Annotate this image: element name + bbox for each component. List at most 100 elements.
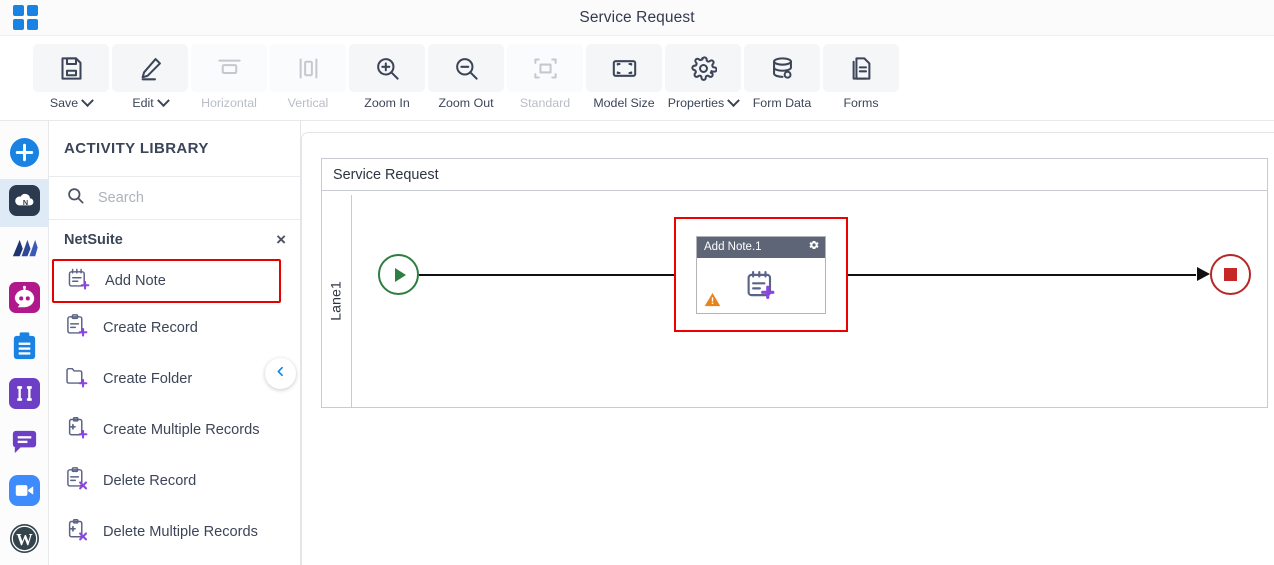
task-selection-frame[interactable]: Add Note.1 — [674, 217, 848, 332]
toolbar-button-label: Edit — [132, 93, 170, 110]
activity-item-create-record[interactable]: Create Record — [49, 303, 300, 354]
dynamics-icon — [9, 234, 40, 270]
task-header: Add Note.1 — [697, 236, 825, 258]
two-bars-icon — [8, 378, 40, 414]
robot-chat-icon — [8, 281, 40, 318]
pencil-edit-icon — [112, 44, 188, 92]
activity-group-header: NetSuite × — [49, 220, 300, 259]
search-icon — [66, 186, 85, 210]
panel-collapse-button[interactable] — [265, 358, 296, 389]
rail-item-clipboard[interactable] — [0, 324, 49, 372]
sequence-flow-1[interactable] — [419, 274, 694, 276]
toolbar-label-text: Forms — [843, 96, 879, 110]
multi-record-plus-icon — [64, 415, 90, 446]
activity-item-create-folder[interactable]: Create Folder — [49, 354, 300, 405]
activity-item-add-note[interactable]: Add Note — [52, 259, 281, 303]
toolbar-button-label: Form Data — [753, 96, 812, 110]
toolbar-button-label: Zoom In — [364, 96, 409, 110]
message-bubble-icon — [9, 426, 40, 462]
main-toolbar: Save Edit Horizontal Vertical Zoom In Zoom Ou… — [0, 36, 1274, 121]
rail-item-dynamics[interactable] — [0, 227, 49, 275]
toolbar-label-text: Horizontal — [201, 96, 257, 110]
horizontal-layout-icon — [191, 44, 267, 92]
clipboard-icon — [9, 330, 40, 366]
standard-size-icon — [507, 44, 583, 92]
rail-item-add-connector[interactable] — [0, 131, 49, 179]
chevron-left-icon — [274, 365, 287, 383]
zoom-out-icon — [428, 44, 504, 92]
rail-item-netsuite[interactable]: N — [0, 179, 49, 228]
top-header-bar: Service Request — [0, 0, 1274, 36]
lane-title-bar: Lane1 — [322, 195, 352, 407]
toolbar-label-text: Form Data — [752, 96, 812, 110]
process-pool: Service Request Lane1 Add Note.1 — [321, 158, 1268, 408]
warning-triangle-icon — [704, 291, 721, 308]
toolbar-label-text: Properties — [667, 96, 725, 110]
toolbar-button-save[interactable]: Save — [33, 44, 109, 114]
toolbar-button-standard: Standard — [507, 44, 583, 114]
activity-item-label: Create Folder — [103, 371, 193, 388]
panel-title: ACTIVITY LIBRARY — [49, 121, 300, 177]
vertical-layout-icon — [270, 44, 346, 92]
rail-item-integration[interactable] — [0, 372, 49, 420]
rail-item-wordpress[interactable]: W — [0, 517, 49, 565]
activity-item-delete-record[interactable]: Delete Record — [49, 456, 300, 507]
toolbar-button-zoom-in[interactable]: Zoom In — [349, 44, 425, 114]
toolbar-button-zoom-out[interactable]: Zoom Out — [428, 44, 504, 114]
sequence-flow-2[interactable] — [848, 274, 1196, 276]
chevron-down-icon[interactable] — [81, 93, 94, 107]
activity-item-create-multiple-records[interactable]: Create Multiple Records — [49, 405, 300, 456]
toolbar-button-properties[interactable]: Properties — [665, 44, 741, 114]
rail-item-messaging[interactable] — [0, 420, 49, 468]
wordpress-icon: W — [9, 523, 40, 559]
toolbar-label-text: Zoom Out — [438, 96, 494, 110]
search-row — [49, 177, 300, 220]
gear-properties-icon — [665, 44, 741, 92]
activity-item-delete-multiple-records[interactable]: Delete Multiple Records — [49, 507, 300, 558]
toolbar-button-form-data[interactable]: Form Data — [744, 44, 820, 114]
pool-title: Service Request — [322, 159, 1267, 191]
record-delete-icon — [64, 466, 90, 497]
task-body — [697, 258, 825, 313]
rail-item-zoom-app[interactable] — [0, 469, 49, 517]
toolbar-label-text: Model Size — [593, 96, 655, 110]
folder-plus-icon — [64, 364, 90, 395]
page-title: Service Request — [579, 8, 695, 26]
flow-arrowhead-2 — [1197, 267, 1210, 281]
task-add-note[interactable]: Add Note.1 — [696, 235, 826, 314]
toolbar-button-horizontal: Horizontal — [191, 44, 267, 114]
grid-apps-icon[interactable] — [13, 5, 39, 31]
zoom-video-icon — [8, 474, 40, 511]
start-event[interactable] — [378, 254, 419, 295]
multi-record-delete-icon — [64, 517, 90, 548]
forms-document-icon — [823, 44, 899, 92]
activity-item-label: Add Note — [105, 272, 166, 289]
toolbar-button-edit[interactable]: Edit — [112, 44, 188, 114]
diagram-canvas[interactable]: Service Request Lane1 Add Note.1 — [301, 132, 1274, 565]
svg-text:N: N — [22, 198, 27, 207]
chevron-down-icon[interactable] — [156, 93, 170, 107]
gear-icon[interactable] — [808, 238, 820, 256]
toolbar-button-model-size[interactable]: Model Size — [586, 44, 662, 114]
toolbar-label-text: Zoom In — [364, 96, 410, 110]
activity-group-name: NetSuite — [64, 231, 123, 248]
toolbar-button-label: Horizontal — [201, 96, 257, 110]
activity-item-label: Delete Record — [103, 473, 197, 490]
toolbar-button-label: Standard — [520, 96, 570, 110]
close-icon[interactable]: × — [276, 231, 286, 248]
chevron-down-icon[interactable] — [727, 93, 741, 107]
application-window: Service Request Save Edit Horizontal Vertic… — [0, 0, 1274, 565]
rail-item-chatbot[interactable] — [0, 276, 49, 324]
play-triangle-icon — [394, 267, 406, 282]
toolbar-button-forms[interactable]: Forms — [823, 44, 899, 114]
toolbar-button-label: Model Size — [593, 96, 654, 110]
netsuite-cloud-icon: N — [8, 185, 40, 221]
end-event[interactable] — [1210, 254, 1251, 295]
toolbar-button-label: Save — [50, 93, 94, 110]
lane-label: Lane1 — [328, 281, 345, 321]
lane-body: Add Note.1 — [352, 195, 1269, 407]
database-form-data-icon — [744, 44, 820, 92]
toolbar-button-label: Properties — [667, 93, 741, 110]
toolbar-button-label: Zoom Out — [438, 96, 493, 110]
search-input[interactable] — [98, 190, 258, 206]
